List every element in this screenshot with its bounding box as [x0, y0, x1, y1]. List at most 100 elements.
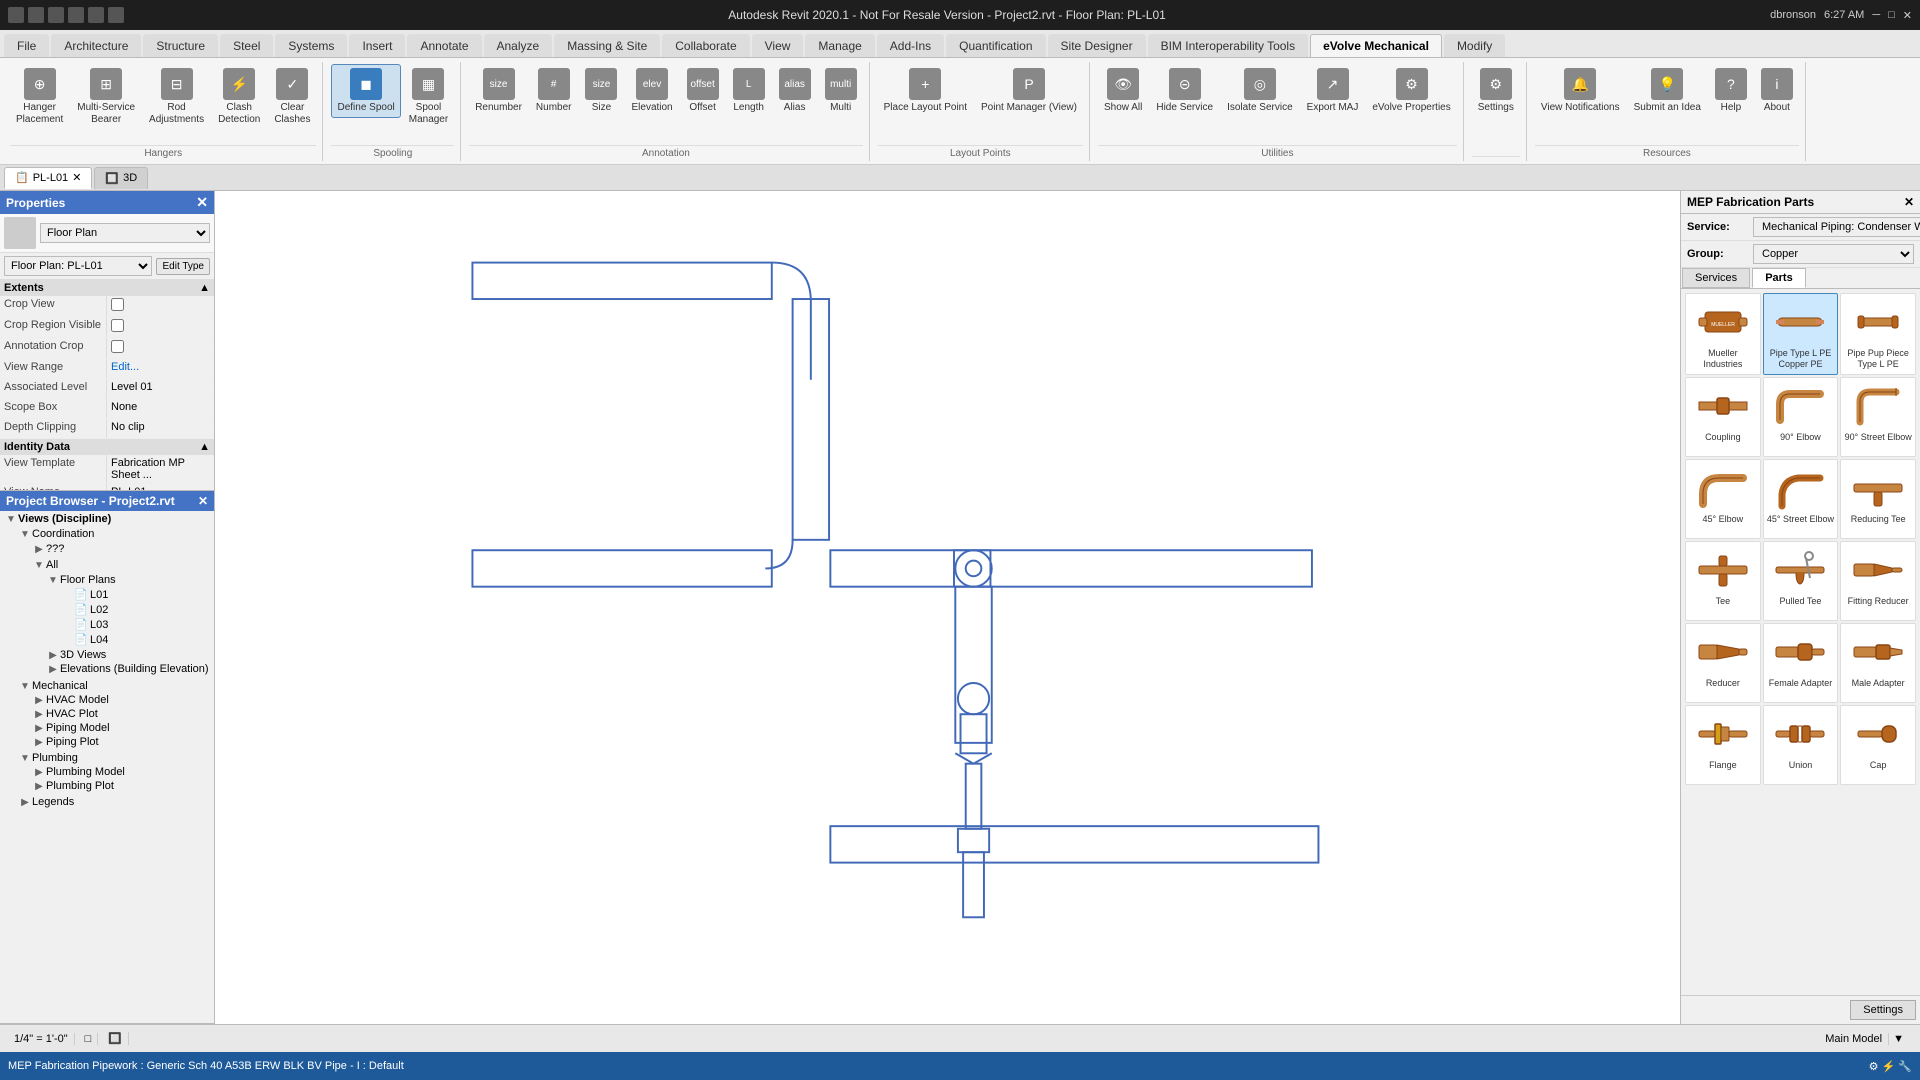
part-reducing-tee[interactable]: Reducing Tee	[1840, 459, 1916, 539]
annotation-crop-checkbox[interactable]	[111, 340, 124, 353]
mep-service-select[interactable]: Mechanical Piping: Condenser Water Retur…	[1753, 217, 1920, 237]
hide-service-btn[interactable]: ⊝ Hide Service	[1150, 64, 1219, 118]
tab-analyze[interactable]: Analyze	[484, 34, 553, 57]
maximize-btn[interactable]: □	[1888, 9, 1895, 21]
mep-close-btn[interactable]: ✕	[1904, 195, 1914, 209]
identity-section[interactable]: Identity Data ▲	[0, 439, 214, 455]
tab-modify[interactable]: Modify	[1444, 34, 1505, 57]
part-coupling[interactable]: Coupling	[1685, 377, 1761, 457]
tree-row-hvac-model[interactable]: ▶ HVAC Model	[0, 693, 214, 707]
tab-systems[interactable]: Systems	[275, 34, 347, 57]
crop-region-value[interactable]	[107, 317, 214, 337]
renumber-btn[interactable]: size Renumber	[469, 64, 528, 118]
notifications-btn[interactable]: 🔔 View Notifications	[1535, 64, 1626, 118]
quick-access-5[interactable]	[108, 7, 124, 23]
tree-row-hvac-plot[interactable]: ▶ HVAC Plot	[0, 707, 214, 721]
edit-type-btn[interactable]: Edit Type	[156, 258, 210, 275]
tree-row-l03[interactable]: 📄 L03	[0, 617, 214, 632]
part-pipe-pup[interactable]: Pipe Pup PieceType L PE	[1840, 293, 1916, 375]
part-elbow45[interactable]: 45° Elbow	[1685, 459, 1761, 539]
crop-view-checkbox[interactable]	[111, 298, 124, 311]
tree-row-l02[interactable]: 📄 L02	[0, 602, 214, 617]
about-btn[interactable]: i About	[1755, 64, 1799, 118]
mep-settings-btn[interactable]: Settings	[1850, 1000, 1916, 1020]
help-btn[interactable]: ? Help	[1709, 64, 1753, 118]
number-btn[interactable]: # Number	[530, 64, 578, 118]
quick-access-4[interactable]	[88, 7, 104, 23]
tree-row-legends[interactable]: ▶ Legends	[0, 795, 214, 809]
part-tee[interactable]: Tee	[1685, 541, 1761, 621]
quick-access-3[interactable]	[68, 7, 84, 23]
tab-steel[interactable]: Steel	[220, 34, 273, 57]
tab-bim[interactable]: BIM Interoperability Tools	[1148, 34, 1309, 57]
view-tab-pl-l01-close[interactable]: ✕	[72, 171, 81, 184]
tab-structure[interactable]: Structure	[143, 34, 218, 57]
elevation-btn[interactable]: elev Elevation	[625, 64, 678, 118]
tab-annotate[interactable]: Annotate	[407, 34, 481, 57]
part-pipe-type-l[interactable]: Pipe Type L PECopper PE	[1763, 293, 1839, 375]
view-tab-pl-l01[interactable]: 📋 PL-L01 ✕	[4, 167, 92, 189]
clear-clashes-btn[interactable]: ✓ ClearClashes	[268, 64, 316, 130]
clash-detection-btn[interactable]: ⚡ ClashDetection	[212, 64, 266, 130]
part-female-adapter[interactable]: Female Adapter	[1763, 623, 1839, 703]
part-elbow90[interactable]: 90° Elbow	[1763, 377, 1839, 457]
minimize-btn[interactable]: ─	[1872, 9, 1880, 21]
view-range-value[interactable]: Edit...	[107, 359, 214, 378]
view-tab-3d[interactable]: 🔲 3D	[94, 167, 148, 189]
part-street-elbow90[interactable]: 90° Street Elbow	[1840, 377, 1916, 457]
tab-architecture[interactable]: Architecture	[51, 34, 141, 57]
place-layout-btn[interactable]: + Place Layout Point	[878, 64, 973, 118]
point-manager-btn[interactable]: P Point Manager (View)	[975, 64, 1083, 118]
view-select[interactable]: Floor Plan: PL-L01	[4, 256, 152, 276]
tree-row-3d-views-all[interactable]: ▶ 3D Views	[0, 648, 214, 662]
crop-region-checkbox[interactable]	[111, 319, 124, 332]
annotation-crop-value[interactable]	[107, 338, 214, 358]
quick-access-1[interactable]	[28, 7, 44, 23]
tree-row-coordination[interactable]: ▼ Coordination	[0, 527, 214, 541]
tree-row-piping-plot[interactable]: ▶ Piping Plot	[0, 735, 214, 749]
tree-row-l04[interactable]: 📄 L04	[0, 632, 214, 647]
part-cap[interactable]: Cap	[1840, 705, 1916, 785]
part-union[interactable]: Union	[1763, 705, 1839, 785]
view-name-value[interactable]: PL-L01	[107, 484, 214, 491]
part-fitting-reducer[interactable]: Fitting Reducer	[1840, 541, 1916, 621]
offset-btn[interactable]: offset Offset	[681, 64, 725, 118]
part-flange[interactable]: Flange	[1685, 705, 1761, 785]
tree-row-mechanical[interactable]: ▼ Mechanical	[0, 679, 214, 693]
multi-btn[interactable]: multi Multi	[819, 64, 863, 118]
tab-site-designer[interactable]: Site Designer	[1048, 34, 1146, 57]
submit-idea-btn[interactable]: 💡 Submit an Idea	[1628, 64, 1707, 118]
show-all-btn[interactable]: 👁 Show All	[1098, 64, 1148, 118]
tree-row-piping-model[interactable]: ▶ Piping Model	[0, 721, 214, 735]
tab-massing[interactable]: Massing & Site	[554, 34, 660, 57]
tab-insert[interactable]: Insert	[349, 34, 405, 57]
display-mode-btn[interactable]: 🔲	[102, 1032, 129, 1045]
tree-row-qqq[interactable]: ▶ ???	[0, 542, 214, 556]
tree-row-floor-plans[interactable]: ▼ Floor Plans	[0, 573, 214, 587]
quick-access-2[interactable]	[48, 7, 64, 23]
export-maj-btn[interactable]: ↗ Export MAJ	[1301, 64, 1365, 118]
mep-tab-parts[interactable]: Parts	[1752, 268, 1806, 288]
tree-row-plumbing-model[interactable]: ▶ Plumbing Model	[0, 765, 214, 779]
tree-row-plumbing-plot[interactable]: ▶ Plumbing Plot	[0, 779, 214, 793]
size-btn[interactable]: size Size	[579, 64, 623, 118]
tab-collaborate[interactable]: Collaborate	[662, 34, 749, 57]
spool-manager-btn[interactable]: ▦ SpoolManager	[403, 64, 454, 130]
part-reducer[interactable]: Reducer	[1685, 623, 1761, 703]
model-select-btn[interactable]: ▼	[1893, 1033, 1904, 1045]
length-btn[interactable]: L Length	[727, 64, 771, 118]
tree-row-elevations[interactable]: ▶ Elevations (Building Elevation)	[0, 662, 214, 676]
browser-close[interactable]: ✕	[198, 494, 208, 508]
tab-manage[interactable]: Manage	[805, 34, 874, 57]
view-mode-btn[interactable]: □	[79, 1033, 99, 1045]
extents-section[interactable]: Extents ▲	[0, 280, 214, 296]
part-pulled-tee[interactable]: Pulled Tee	[1763, 541, 1839, 621]
tree-row-plumbing[interactable]: ▼ Plumbing	[0, 751, 214, 765]
multi-service-btn[interactable]: ⊞ Multi-ServiceBearer	[71, 64, 141, 130]
define-spool-btn[interactable]: ◼ Define Spool	[331, 64, 400, 118]
tree-row-all[interactable]: ▼ All	[0, 558, 214, 572]
rod-adjustments-btn[interactable]: ⊟ RodAdjustments	[143, 64, 210, 130]
alias-btn[interactable]: alias Alias	[773, 64, 817, 118]
part-mueller[interactable]: MUELLER MuellerIndustries	[1685, 293, 1761, 375]
mep-group-select[interactable]: Copper	[1753, 244, 1914, 264]
